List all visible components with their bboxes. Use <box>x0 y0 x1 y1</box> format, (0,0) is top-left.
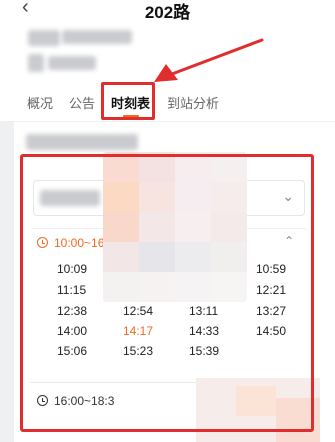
highlight-box <box>101 82 155 120</box>
blurred-info <box>28 30 60 46</box>
blurred-info <box>62 30 132 44</box>
highlight-box <box>20 154 314 432</box>
tab-bar: 概况 公告 时刻表 到站分析 <box>0 82 335 122</box>
tab-arrival-analysis[interactable]: 到站分析 <box>167 93 219 112</box>
blurred-heading <box>26 134 138 150</box>
blurred-info <box>28 54 44 72</box>
arrow-annotation-icon <box>154 38 264 82</box>
blurred-info <box>48 56 96 70</box>
top-bar: ‹ 202路 <box>0 0 335 22</box>
tab-notice[interactable]: 公告 <box>69 93 95 112</box>
tab-overview[interactable]: 概况 <box>27 93 53 112</box>
